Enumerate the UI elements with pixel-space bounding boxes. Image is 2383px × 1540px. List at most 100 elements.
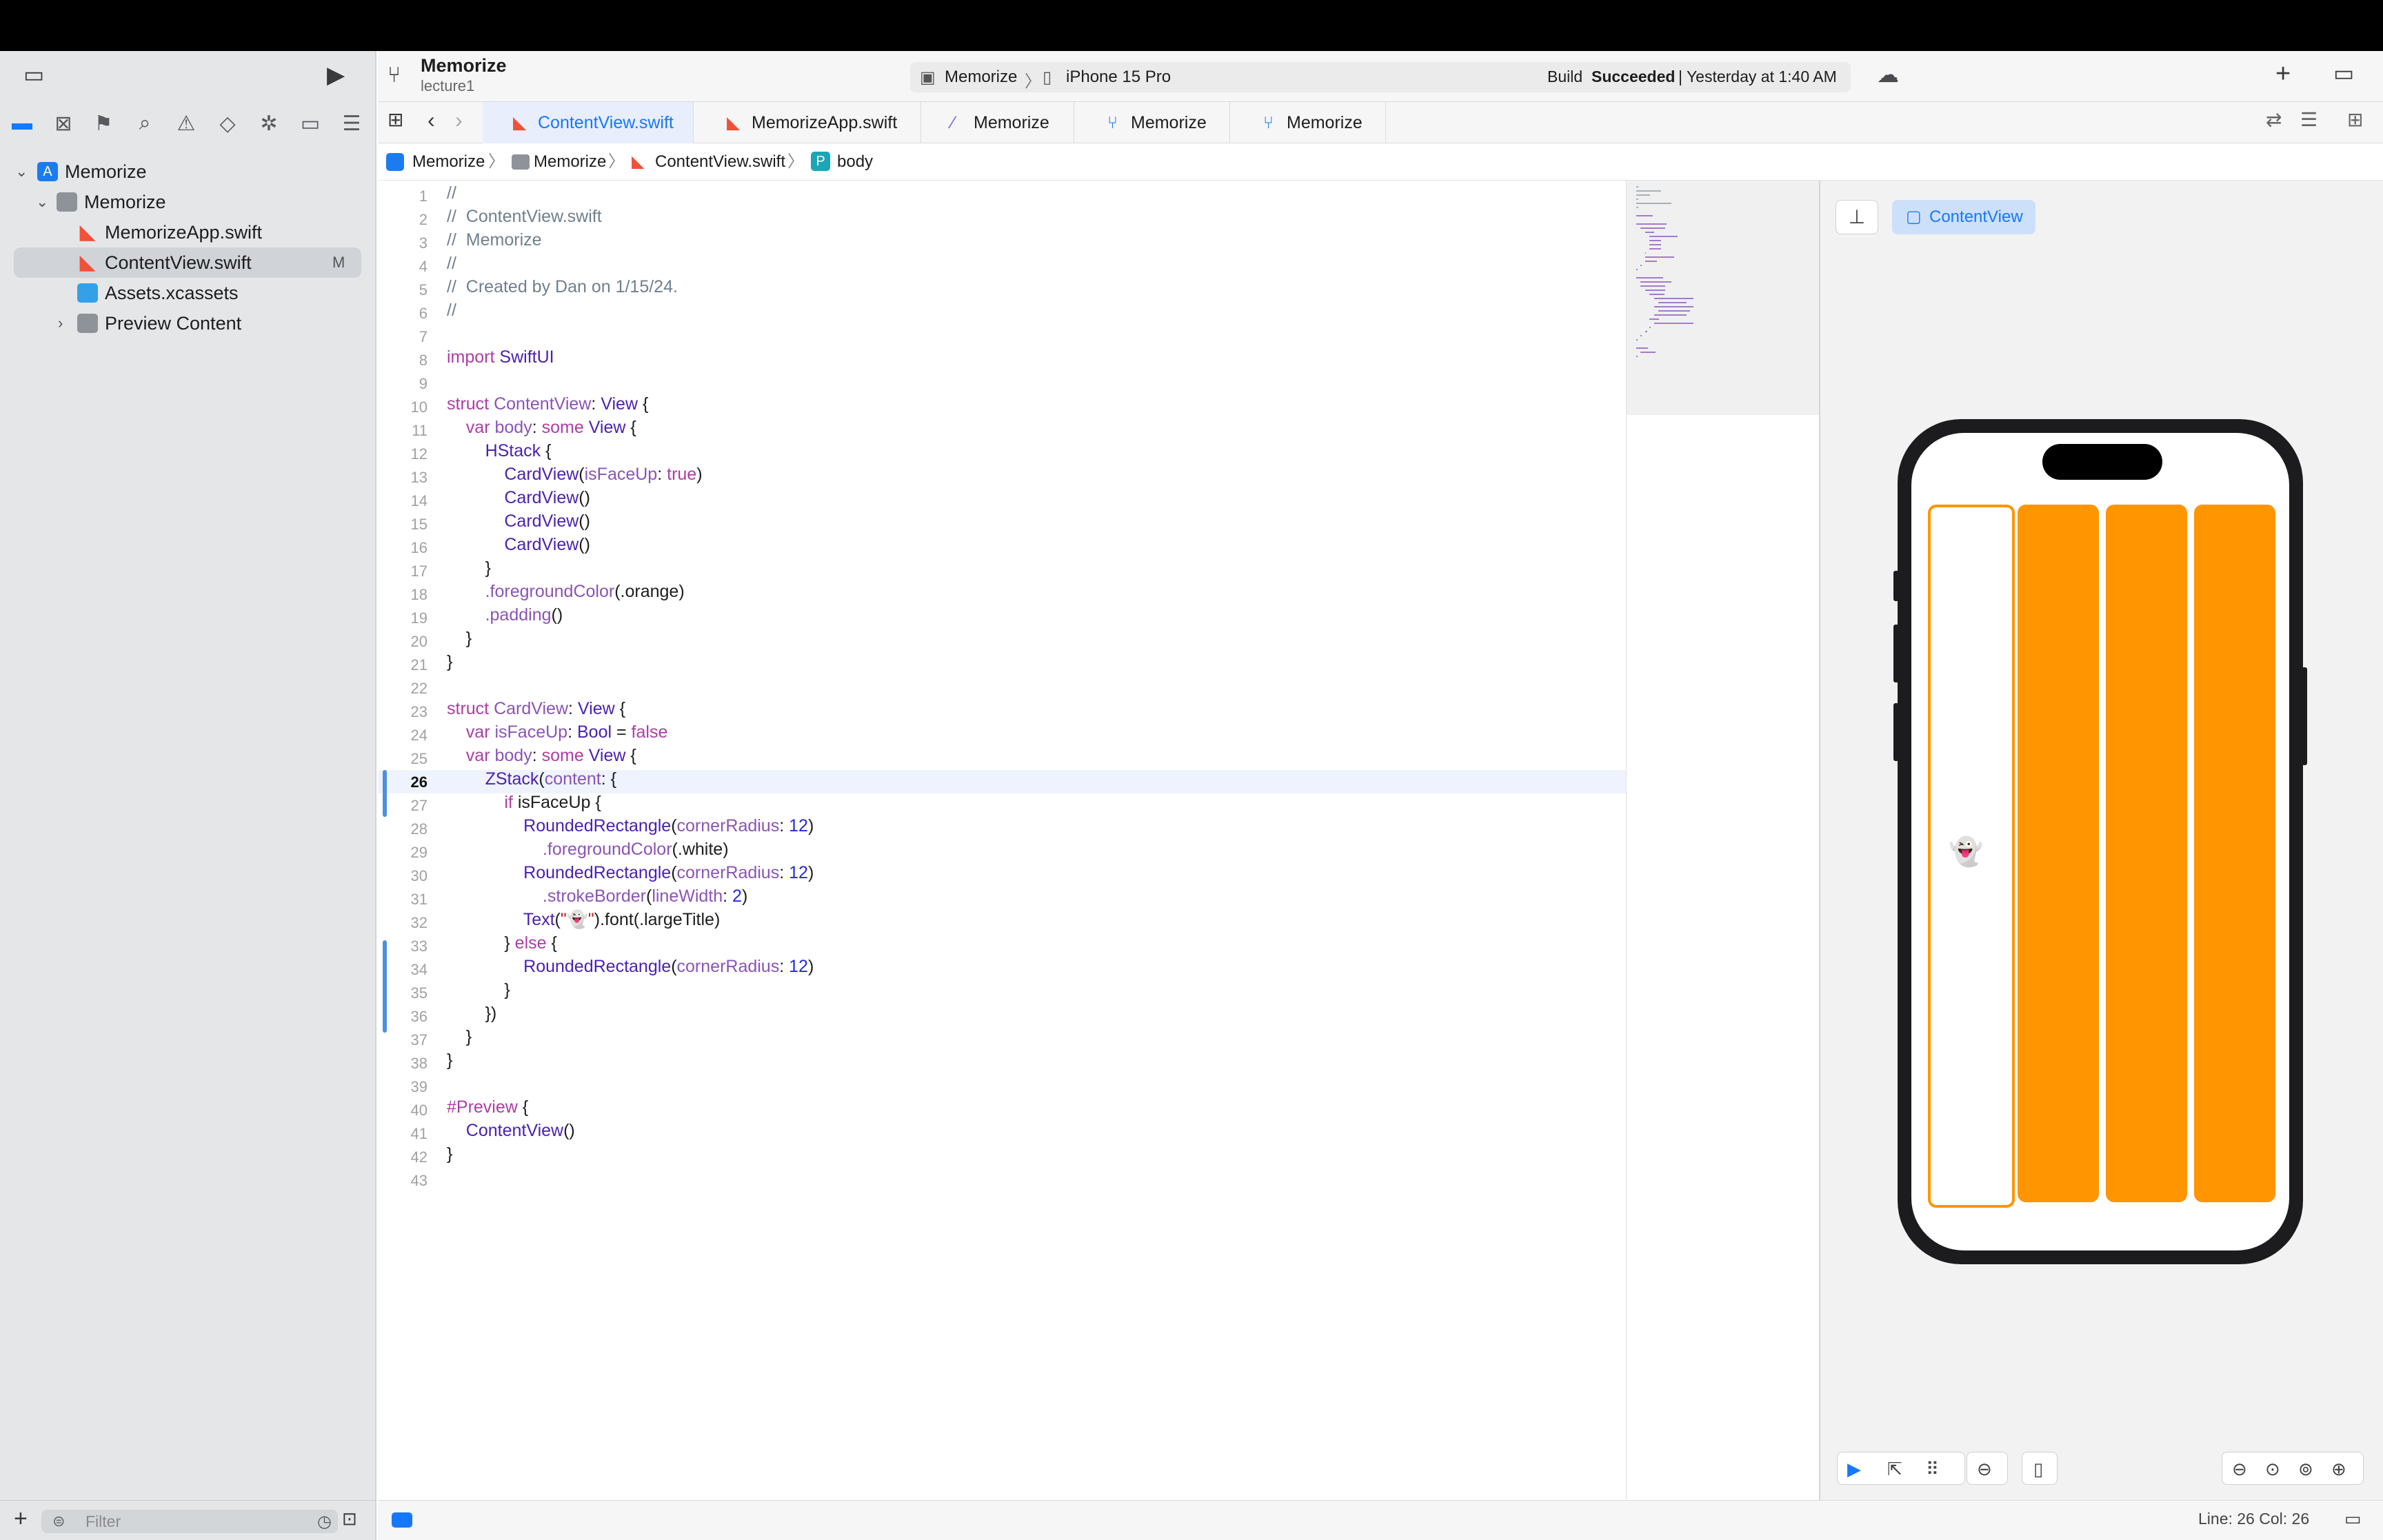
- code-line[interactable]: //: [447, 254, 456, 274]
- find-icon[interactable]: ⌕: [131, 112, 159, 135]
- forward-icon[interactable]: ›: [455, 109, 463, 131]
- tree-item-folder[interactable]: › Preview Content: [0, 308, 376, 338]
- line-number[interactable]: 9: [378, 375, 428, 393]
- code-line[interactable]: // ContentView.swift: [447, 207, 602, 227]
- line-number[interactable]: 26: [378, 773, 428, 791]
- line-number[interactable]: 39: [378, 1078, 428, 1096]
- back-icon[interactable]: ‹: [428, 109, 435, 131]
- debug-area-toggle-icon[interactable]: ▭: [2344, 1510, 2362, 1528]
- line-number[interactable]: 41: [378, 1125, 428, 1143]
- card-face-down[interactable]: [2018, 505, 2099, 1202]
- device-settings-button[interactable]: ⊖: [1967, 1452, 2008, 1485]
- line-number[interactable]: 10: [378, 398, 428, 416]
- filter-input[interactable]: ⊜ Filter ◷: [41, 1510, 338, 1533]
- code-line[interactable]: .strokeBorder(lineWidth: 2): [447, 886, 747, 906]
- code-line[interactable]: var isFaceUp: Bool = false: [447, 722, 668, 742]
- line-number[interactable]: 37: [378, 1031, 428, 1049]
- chevron-down-icon[interactable]: ⌄: [36, 187, 48, 217]
- line-number[interactable]: 20: [378, 633, 428, 651]
- line-number[interactable]: 11: [378, 422, 428, 440]
- line-number[interactable]: 23: [378, 703, 428, 721]
- swap-icon[interactable]: ⇄: [2266, 110, 2282, 130]
- line-number[interactable]: 33: [378, 938, 428, 955]
- line-number[interactable]: 25: [378, 750, 428, 768]
- code-line[interactable]: RoundedRectangle(cornerRadius: 12): [447, 816, 814, 836]
- code-line[interactable]: //: [447, 301, 456, 321]
- line-number[interactable]: 30: [378, 867, 428, 885]
- recent-icon[interactable]: ◷: [317, 1512, 332, 1532]
- line-number[interactable]: 22: [378, 680, 428, 698]
- code-line[interactable]: CardView(): [447, 488, 590, 508]
- code-line[interactable]: Text("👻").font(.largeTitle): [447, 910, 721, 930]
- code-line[interactable]: }): [447, 1004, 497, 1024]
- tab-memorize-3[interactable]: ⑂ Memorize: [1230, 102, 1386, 143]
- line-number[interactable]: 42: [378, 1148, 428, 1166]
- line-number[interactable]: 32: [378, 914, 428, 932]
- variants-icon[interactable]: ⠿: [1926, 1459, 1939, 1480]
- line-number[interactable]: 3: [378, 234, 428, 252]
- code-line[interactable]: }: [447, 1144, 452, 1164]
- inspector-toggle-icon[interactable]: ▭: [2333, 62, 2354, 84]
- tab-contentview-swift[interactable]: ◣ ContentView.swift: [483, 102, 694, 143]
- tree-item-assets[interactable]: Assets.xcassets: [0, 278, 376, 308]
- test-icon[interactable]: ◇: [214, 112, 241, 136]
- run-button[interactable]: ▶: [327, 63, 345, 87]
- code-line[interactable]: #Preview {: [447, 1097, 528, 1117]
- card-face-down[interactable]: [2194, 505, 2275, 1202]
- issue-icon[interactable]: ⚠: [172, 112, 200, 136]
- line-number[interactable]: 2: [378, 211, 428, 229]
- line-number[interactable]: 43: [378, 1172, 428, 1190]
- tree-item-group[interactable]: ⌄ Memorize: [0, 187, 376, 217]
- scm-filter-icon[interactable]: ⊡: [342, 1510, 357, 1528]
- chevron-right-icon[interactable]: ›: [58, 308, 63, 338]
- source-control-icon[interactable]: ⊠: [50, 112, 77, 136]
- code-line[interactable]: HStack {: [447, 441, 552, 461]
- breakpoint-icon[interactable]: ▭: [296, 112, 324, 136]
- code-line[interactable]: }: [447, 629, 472, 649]
- tab-memorize-1[interactable]: ⁄ Memorize: [921, 102, 1074, 143]
- pin-button[interactable]: ⊥: [1836, 200, 1878, 234]
- breadcrumb-item[interactable]: Memorize: [534, 143, 606, 181]
- library-add-icon[interactable]: +: [2275, 61, 2291, 87]
- code-line[interactable]: var body: some View {: [447, 418, 636, 438]
- code-line[interactable]: struct ContentView: View {: [447, 394, 648, 414]
- code-line[interactable]: ZStack(content: {: [447, 769, 616, 789]
- breadcrumb-item[interactable]: body: [837, 143, 873, 181]
- tab-memorize-2[interactable]: ⑂ Memorize: [1074, 102, 1230, 143]
- add-icon[interactable]: +: [14, 1507, 28, 1530]
- line-number[interactable]: 19: [378, 609, 428, 627]
- code-line[interactable]: }: [447, 980, 510, 1000]
- minimap[interactable]: [1626, 181, 1819, 415]
- line-number[interactable]: 35: [378, 984, 428, 1002]
- line-number[interactable]: 17: [378, 563, 428, 580]
- bookmark-icon[interactable]: ⚑: [90, 112, 117, 136]
- breadcrumb-item[interactable]: Memorize: [412, 143, 485, 181]
- line-number[interactable]: 29: [378, 844, 428, 862]
- device-button[interactable]: ▯: [2022, 1452, 2058, 1485]
- zoom-fit-icon[interactable]: ⊚: [2298, 1459, 2313, 1480]
- code-line[interactable]: ContentView(): [447, 1121, 575, 1141]
- code-line[interactable]: }: [447, 652, 452, 672]
- line-number[interactable]: 34: [378, 961, 428, 979]
- line-number[interactable]: 38: [378, 1055, 428, 1073]
- report-icon[interactable]: ☰: [338, 112, 365, 136]
- code-line[interactable]: }: [447, 1051, 452, 1071]
- zoom-100-icon[interactable]: ⊙: [2265, 1459, 2280, 1480]
- breadcrumb-item[interactable]: ContentView.swift: [655, 143, 785, 181]
- code-line[interactable]: }: [447, 1027, 472, 1047]
- line-number[interactable]: 12: [378, 445, 428, 463]
- line-number[interactable]: 4: [378, 258, 428, 276]
- line-number[interactable]: 18: [378, 586, 428, 604]
- code-line[interactable]: .foregroundColor(.white): [447, 840, 729, 860]
- line-number[interactable]: 21: [378, 656, 428, 674]
- code-line[interactable]: // Memorize: [447, 230, 542, 250]
- line-number[interactable]: 28: [378, 820, 428, 838]
- code-line[interactable]: CardView(): [447, 511, 590, 531]
- zoom-out-icon[interactable]: ⊖: [2232, 1459, 2247, 1480]
- code-line[interactable]: if isFaceUp {: [447, 793, 601, 813]
- code-line[interactable]: CardView(): [447, 535, 590, 555]
- preview-view-button[interactable]: ▢ ContentView: [1892, 200, 2035, 234]
- editor-options-icon[interactable]: ☰: [2300, 110, 2317, 130]
- split-editor-icon[interactable]: ⊞: [2347, 110, 2363, 130]
- selectable-icon[interactable]: ⇱: [1887, 1459, 1902, 1480]
